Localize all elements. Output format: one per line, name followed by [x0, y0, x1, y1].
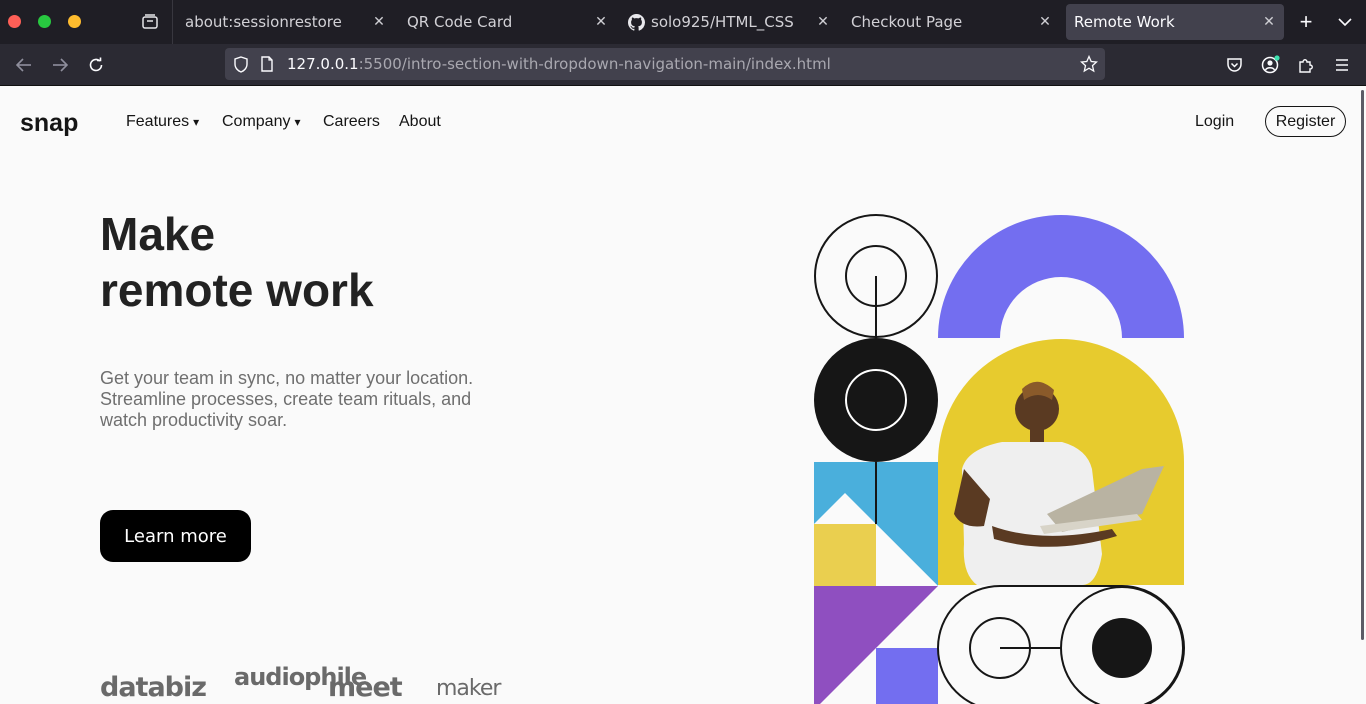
nav-features[interactable]: Features ▾: [126, 113, 199, 131]
shield-icon[interactable]: [231, 54, 251, 74]
hero-title: Make remote work: [100, 206, 374, 318]
close-window-button[interactable]: [8, 15, 21, 28]
nav-label: Features: [126, 113, 190, 130]
register-button[interactable]: Register: [1265, 106, 1346, 137]
purple-arch-shape: [938, 215, 1184, 338]
close-tab-icon[interactable]: ✕: [1260, 13, 1278, 31]
tab-label: Remote Work: [1074, 13, 1175, 31]
new-tab-button[interactable]: +: [1293, 8, 1319, 36]
arrow-right-icon: [53, 58, 68, 72]
nav-careers[interactable]: Careers: [323, 113, 380, 131]
plus-icon: +: [1299, 9, 1313, 34]
black-dot-shape: [1092, 618, 1152, 678]
tab-sessionrestore[interactable]: about:sessionrestore ✕: [176, 4, 394, 40]
minimize-window-button[interactable]: [68, 15, 81, 28]
caret-down-icon: ▾: [294, 115, 301, 129]
github-icon: [628, 13, 645, 31]
site-logo[interactable]: snap: [20, 109, 78, 138]
extensions-button[interactable]: [1292, 51, 1320, 79]
browser-tab-bar: about:sessionrestore ✕ QR Code Card ✕ so…: [0, 0, 1366, 44]
url-text[interactable]: 127.0.0.1:5500/intro-section-with-dropdo…: [287, 55, 831, 73]
client-logo-maker: maker: [436, 676, 501, 701]
hero-description: Get your team in sync, no matter your lo…: [100, 368, 474, 430]
chevron-down-icon: [1338, 17, 1352, 26]
client-logo-meet: meet: [328, 672, 403, 703]
page-scrollbar[interactable]: [1361, 90, 1364, 640]
tab-label: solo925/HTML_CSS: [651, 13, 794, 31]
list-all-tabs-button[interactable]: [1332, 10, 1358, 34]
arrow-left-icon: [16, 58, 31, 72]
pocket-icon: [1226, 58, 1242, 72]
login-link[interactable]: Login: [1195, 113, 1234, 131]
bookmark-star-icon[interactable]: [1079, 54, 1099, 74]
tab-label: about:sessionrestore: [185, 13, 342, 31]
browser-nav-bar: 127.0.0.1:5500/intro-section-with-dropdo…: [0, 44, 1366, 86]
hamburger-icon: [1336, 59, 1348, 71]
nav-label: Company: [222, 113, 291, 130]
back-button[interactable]: [10, 51, 38, 79]
tab-label: QR Code Card: [407, 13, 513, 31]
reload-button[interactable]: [82, 51, 110, 79]
tab-github[interactable]: solo925/HTML_CSS ✕: [620, 4, 838, 40]
hero-title-line: remote work: [100, 264, 374, 316]
maximize-window-button[interactable]: [38, 15, 51, 28]
nav-company[interactable]: Company ▾: [222, 113, 301, 131]
client-logo-databiz: databiz: [100, 672, 207, 703]
firefox-view-button[interactable]: [134, 6, 166, 38]
hero-title-line: Make: [100, 208, 216, 260]
black-circle-shape: [814, 338, 938, 462]
puzzle-icon: [1299, 59, 1313, 73]
tab-label: Checkout Page: [851, 13, 963, 31]
pocket-button[interactable]: [1220, 51, 1248, 79]
nav-about[interactable]: About: [399, 113, 441, 131]
learn-more-button[interactable]: Learn more: [100, 510, 251, 562]
url-host: 127.0.0.1: [287, 55, 359, 73]
hero-illustration: [814, 214, 1185, 704]
yellow-square-shape: [814, 524, 876, 586]
caret-down-icon: ▾: [193, 115, 200, 129]
forward-button[interactable]: [46, 51, 74, 79]
tab-separator: [172, 0, 173, 44]
address-bar[interactable]: 127.0.0.1:5500/intro-section-with-dropdo…: [225, 48, 1105, 80]
app-menu-button[interactable]: [1328, 51, 1356, 79]
tab-qr-code-card[interactable]: QR Code Card ✕: [398, 4, 616, 40]
close-tab-icon[interactable]: ✕: [370, 13, 388, 31]
tab-checkout-page[interactable]: Checkout Page ✕: [842, 4, 1060, 40]
web-page: snap Features ▾ Company ▾ Careers About …: [0, 86, 1366, 704]
account-icon: [1261, 55, 1280, 74]
page-icon[interactable]: [257, 54, 277, 74]
tab-remote-work[interactable]: Remote Work ✕: [1066, 4, 1284, 40]
account-button[interactable]: [1256, 51, 1284, 79]
url-path: :5500/intro-section-with-dropdown-naviga…: [358, 55, 831, 73]
close-tab-icon[interactable]: ✕: [592, 13, 610, 31]
firefox-view-icon: [142, 14, 158, 29]
close-tab-icon[interactable]: ✕: [814, 13, 832, 31]
purple-square-shape: [876, 648, 938, 704]
reload-icon: [89, 57, 103, 72]
close-tab-icon[interactable]: ✕: [1036, 13, 1054, 31]
